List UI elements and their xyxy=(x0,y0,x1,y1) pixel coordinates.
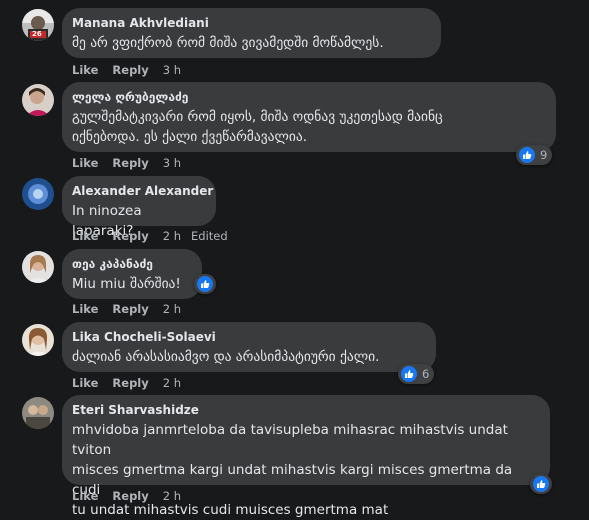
reaction-count-value: 6 xyxy=(422,367,430,381)
commenter-name[interactable]: Lika Chocheli-Solaevi xyxy=(72,329,424,345)
comment-text-line: mhvidoba janmrteloba da tavisupleba miha… xyxy=(72,422,508,458)
thumbs-up-icon xyxy=(400,365,418,383)
reaction-badge[interactable] xyxy=(530,474,552,494)
reply-button[interactable]: Reply xyxy=(112,302,148,316)
comment-actions: Like Reply 3 h xyxy=(72,156,191,170)
comment-bubble: ლელა ღრუბელაძე გულშემატკივარი რომ იყოს, … xyxy=(62,82,556,152)
comment-text-line: გულშემატკივარი რომ იყოს, მიშა ოდნავ უკეთ… xyxy=(72,109,443,125)
reaction-badge[interactable] xyxy=(194,274,216,294)
like-button[interactable]: Like xyxy=(72,302,98,316)
edited-label: Edited xyxy=(191,229,228,243)
comment-bubble: Lika Chocheli-Solaevi ძალიან არასასიამვო… xyxy=(62,322,436,372)
avatar-badge: 26 xyxy=(32,30,42,38)
timestamp[interactable]: 2 h xyxy=(163,376,181,390)
timestamp[interactable]: 2 h xyxy=(163,302,181,316)
comment-bubble: თეა კაპანაძე Miu miu შარშია! xyxy=(62,249,202,299)
commenter-name[interactable]: Eteri Sharvashidze xyxy=(72,402,538,418)
comment-bubble: Alexander Alexander In ninozea laparaki? xyxy=(62,176,216,239)
thumbs-up-icon xyxy=(532,475,550,493)
comment-text: Miu miu შარშია! xyxy=(72,276,181,292)
like-button[interactable]: Like xyxy=(72,376,98,390)
commenter-name[interactable]: Alexander Alexander xyxy=(72,183,213,199)
like-button[interactable]: Like xyxy=(72,489,98,503)
timestamp[interactable]: 3 h xyxy=(163,63,181,77)
avatar[interactable] xyxy=(22,397,54,429)
reply-button[interactable]: Reply xyxy=(112,63,148,77)
comment-text-line: tu undat mihastvis cudi muisces gmertma … xyxy=(72,502,389,518)
comment-actions: Like Reply 2 h xyxy=(72,376,191,390)
commenter-name[interactable]: ლელა ღრუბელაძე xyxy=(72,89,544,105)
avatar[interactable] xyxy=(22,178,54,210)
comment-text: mhvidoba janmrteloba da tavisupleba miha… xyxy=(72,420,538,520)
reaction-count-value: 9 xyxy=(540,148,548,162)
comment-text-line: იქნებოდა. ეს ქალი ქვეწარმავალია. xyxy=(72,129,307,145)
reply-button[interactable]: Reply xyxy=(112,156,148,170)
reply-button[interactable]: Reply xyxy=(112,229,148,243)
timestamp[interactable]: 2 h xyxy=(163,489,181,503)
avatar[interactable]: 26 xyxy=(22,9,54,41)
comment-actions: Like Reply 2 h Edited xyxy=(72,229,228,243)
commenter-name[interactable]: თეა კაპანაძე xyxy=(72,256,190,272)
thumbs-up-icon xyxy=(196,275,214,293)
comment-actions: Like Reply 2 h xyxy=(72,489,191,503)
avatar[interactable] xyxy=(22,84,54,116)
reply-button[interactable]: Reply xyxy=(112,489,148,503)
comment-text: ძალიან არასასიამვო და არასიმპატიური ქალი… xyxy=(72,349,380,365)
commenter-name[interactable]: Manana Akhvlediani xyxy=(72,15,429,31)
avatar[interactable] xyxy=(22,251,54,283)
thumbs-up-icon xyxy=(518,146,536,164)
like-button[interactable]: Like xyxy=(72,229,98,243)
reaction-count[interactable]: 6 xyxy=(398,364,435,384)
like-button[interactable]: Like xyxy=(72,63,98,77)
comment-bubble: Eteri Sharvashidze mhvidoba janmrteloba … xyxy=(62,395,550,518)
comment-text: მე არ ვფიქრობ რომ მიშა ვივამედში მოწამლე… xyxy=(72,35,384,51)
timestamp[interactable]: 3 h xyxy=(163,156,181,170)
comment-bubble: Manana Akhvlediani მე არ ვფიქრობ რომ მიშ… xyxy=(62,8,441,58)
comment-text: გულშემატკივარი რომ იყოს, მიშა ოდნავ უკეთ… xyxy=(72,107,544,147)
reaction-count[interactable]: 9 xyxy=(516,145,553,165)
avatar[interactable] xyxy=(22,324,54,356)
timestamp[interactable]: 2 h xyxy=(163,229,181,243)
reply-button[interactable]: Reply xyxy=(112,376,148,390)
like-button[interactable]: Like xyxy=(72,156,98,170)
comment-actions: Like Reply 2 h xyxy=(72,302,191,316)
comment-actions: Like Reply 3 h xyxy=(72,63,191,77)
